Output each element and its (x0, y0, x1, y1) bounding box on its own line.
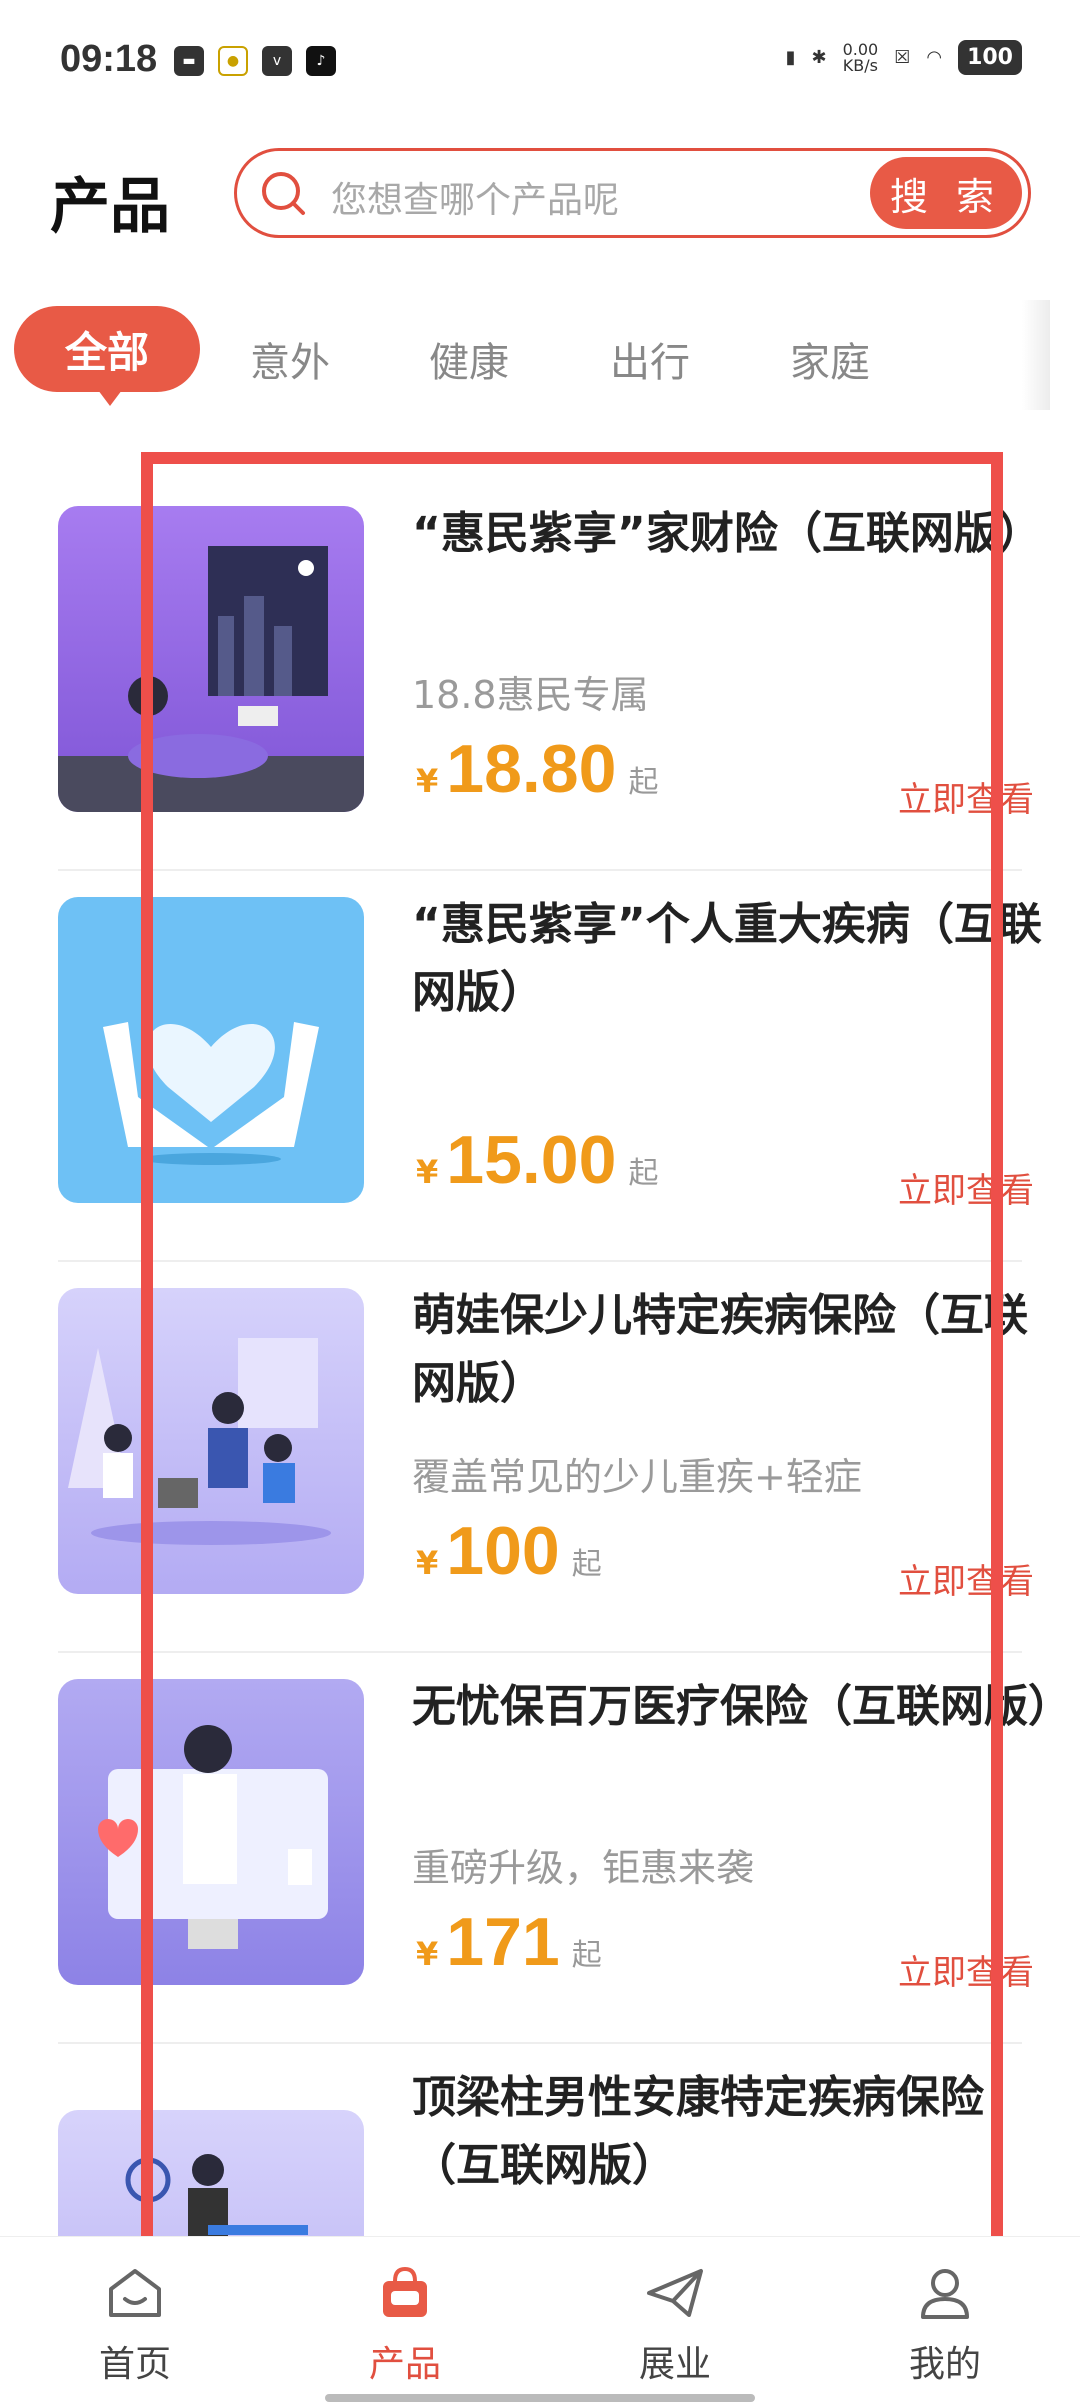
page-title: 产品 (50, 172, 170, 242)
product-item[interactable]: 萌娃保少儿特定疾病保险（互联网版） 覆盖常见的少儿重疾+轻症 ¥ 100 起 立… (58, 1262, 1034, 1653)
product-title[interactable]: “惠民紫享”家财险（互联网版） (412, 500, 1052, 568)
product-list: “惠民紫享”家财险（互联网版） 18.8惠民专属 ¥ 18.80 起 立即查看 … (58, 480, 1052, 2408)
product-image (58, 1679, 364, 1985)
tab-family[interactable]: 家庭 (790, 330, 870, 388)
product-item[interactable]: “惠民紫享”个人重大疾病（互联网版） ¥ 15.00 起 立即查看 (58, 871, 1042, 1262)
message-icon: ▬ (174, 46, 204, 76)
product-subtitle: 重磅升级，钜惠来袭 (412, 1846, 755, 1890)
home-icon (109, 2269, 161, 2317)
user-icon (921, 2269, 969, 2319)
currency-symbol: ¥ (416, 1153, 439, 1191)
product-price: ¥ 100 起 (416, 1512, 602, 1590)
status-right: ▮ ✱ 0.00 KB/s ☒ ◠ 100 (786, 40, 1022, 75)
view-now-link[interactable]: 立即查看 (898, 1163, 1048, 1212)
tiktok-icon: ♪ (306, 46, 336, 76)
currency-symbol: ¥ (416, 762, 439, 800)
search-button[interactable]: 搜 索 (870, 157, 1022, 229)
tab-travel[interactable]: 出行 (610, 330, 690, 388)
product-title[interactable]: 顶梁柱男性安康特定疾病保险（互联网版） (412, 2064, 1052, 2200)
price-suffix: 起 (571, 1938, 602, 1973)
bottom-nav: 首页 产品 展业 我的 (0, 2236, 1080, 2408)
product-image (58, 506, 364, 812)
nav-home[interactable]: 首页 (65, 2265, 205, 2387)
status-bar: 09:18 ▬ ● v ♪ ▮ ✱ 0.00 KB/s ☒ ◠ 100 (0, 0, 1080, 130)
nav-home-label: 首页 (98, 2344, 171, 2385)
nav-business[interactable]: 展业 (605, 2265, 745, 2387)
view-now-link[interactable]: 立即查看 (898, 772, 1048, 821)
product-title[interactable]: 萌娃保少儿特定疾病保险（互联网版） (412, 1282, 1052, 1418)
product-price: ¥ 18.80 起 (416, 730, 658, 808)
price-value: 171 (446, 1904, 560, 1980)
bluetooth-icon: ✱ (811, 47, 827, 68)
price-value: 15.00 (446, 1122, 617, 1198)
product-title[interactable]: “惠民紫享”个人重大疾病（互联网版） (412, 891, 1052, 1027)
category-tabs: 全部 意外 健康 出行 家庭 (0, 300, 1050, 410)
status-time: 09:18 (60, 38, 158, 80)
price-suffix: 起 (628, 1156, 659, 1191)
bag-icon (383, 2266, 427, 2317)
nav-products[interactable]: 产品 (335, 2265, 475, 2387)
view-now-link[interactable]: 立即查看 (898, 1945, 1048, 1994)
search-icon (262, 172, 305, 215)
tab-health[interactable]: 健康 (429, 330, 509, 388)
vivo-icon: v (262, 46, 292, 76)
price-suffix: 起 (628, 765, 659, 800)
product-price: ¥ 171 起 (416, 1903, 602, 1981)
paper-plane-icon (647, 2269, 703, 2317)
price-value: 18.80 (446, 731, 617, 807)
product-item[interactable]: “惠民紫享”家财险（互联网版） 18.8惠民专属 ¥ 18.80 起 立即查看 (58, 480, 1042, 871)
vibrate-icon: ▮ (785, 47, 796, 68)
nav-mine-label: 我的 (908, 2344, 981, 2385)
wifi-icon: ◠ (926, 47, 943, 68)
currency-symbol: ¥ (416, 1544, 439, 1582)
tab-all[interactable]: 全部 (14, 306, 200, 406)
product-title[interactable]: 无忧保百万医疗保险（互联网版） (412, 1673, 1052, 1741)
network-speed: 0.00 KB/s (842, 39, 879, 75)
nav-business-label: 展业 (638, 2344, 711, 2385)
notification-icons: ▬ ● v ♪ (174, 46, 336, 76)
home-indicator[interactable] (325, 2394, 755, 2402)
search-bar[interactable]: 您想查哪个产品呢 搜 索 (234, 148, 1031, 238)
tab-accident[interactable]: 意外 (250, 330, 330, 388)
page-header: 产品 您想查哪个产品呢 搜 索 (0, 140, 1080, 250)
price-suffix: 起 (571, 1547, 602, 1582)
product-item[interactable]: 无忧保百万医疗保险（互联网版） 重磅升级，钜惠来袭 ¥ 171 起 立即查看 (58, 1653, 1052, 2044)
product-subtitle: 覆盖常见的少儿重疾+轻症 (412, 1455, 862, 1499)
nav-products-label: 产品 (368, 2344, 441, 2385)
sim-icon: ☒ (894, 47, 911, 68)
tabs-scroll-fade (1022, 300, 1050, 410)
price-value: 100 (446, 1513, 560, 1589)
nav-mine[interactable]: 我的 (875, 2265, 1015, 2387)
qq-icon: ● (218, 46, 248, 76)
battery-icon: 100 (958, 40, 1022, 75)
product-image (58, 897, 364, 1203)
product-subtitle: 18.8惠民专属 (412, 673, 649, 717)
view-now-link[interactable]: 立即查看 (898, 1554, 1048, 1603)
search-input[interactable]: 您想查哪个产品呢 (331, 171, 619, 223)
currency-symbol: ¥ (416, 1935, 439, 1973)
product-image (58, 1288, 364, 1594)
product-price: ¥ 15.00 起 (416, 1121, 658, 1199)
